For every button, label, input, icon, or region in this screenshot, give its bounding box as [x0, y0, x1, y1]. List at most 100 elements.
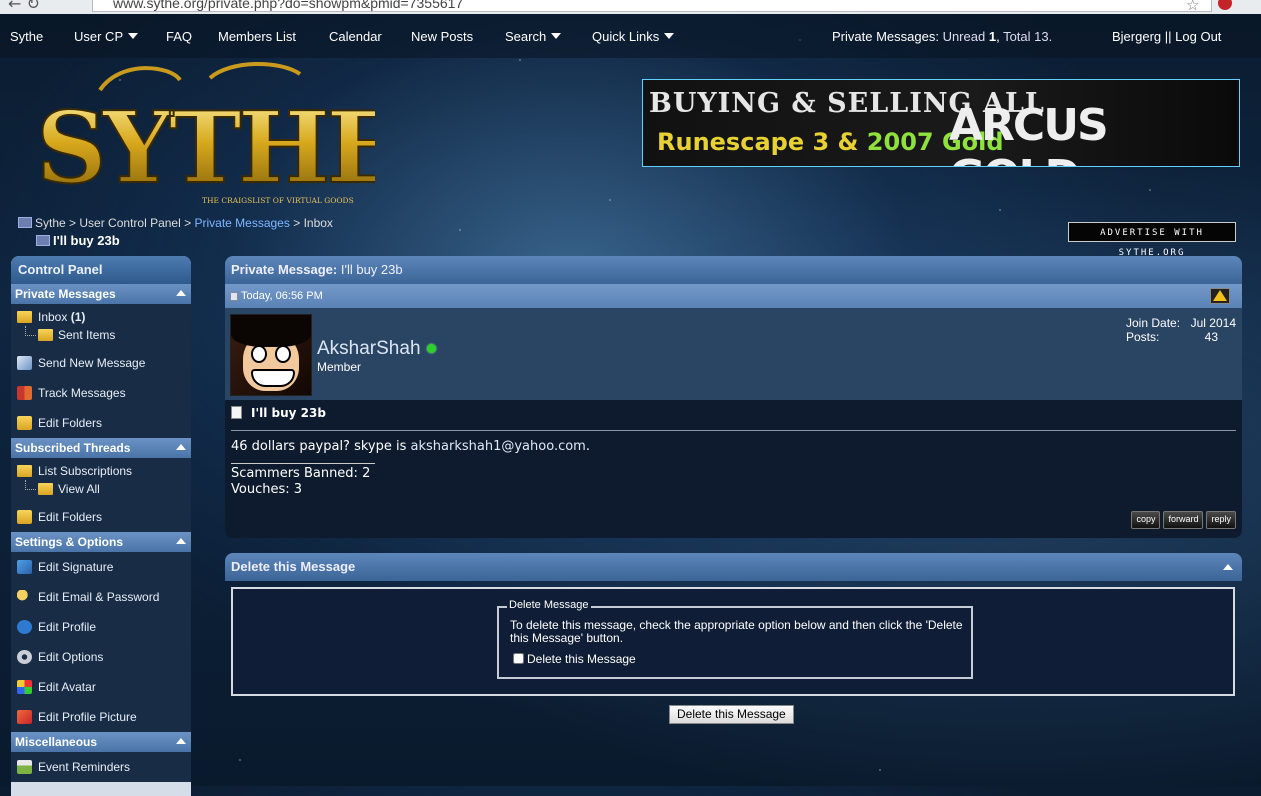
- delete-message-button[interactable]: Delete this Message: [669, 705, 794, 724]
- delete-panel-header[interactable]: Delete this Message: [225, 553, 1242, 581]
- pm-unread-count: 1: [988, 29, 997, 44]
- collapse-icon[interactable]: [176, 290, 186, 296]
- report-warning-icon[interactable]: [1210, 288, 1230, 304]
- breadcrumb-inbox[interactable]: Inbox: [304, 216, 333, 230]
- bookmark-star-icon[interactable]: ☆: [1186, 0, 1199, 14]
- sidebar-item-event-reminders[interactable]: Event Reminders: [11, 752, 191, 782]
- sidebar-item-edit-email-password[interactable]: Edit Email & Password: [11, 582, 191, 612]
- sidebar-item-track-messages[interactable]: Track Messages: [11, 378, 191, 408]
- pm-date: Today, 06:56 PM: [241, 290, 323, 302]
- nav-search[interactable]: Search: [505, 29, 562, 44]
- address-bar[interactable]: www.sythe.org/private.php?do=showpm&pmid…: [92, 0, 1212, 12]
- send-message-icon: [17, 356, 32, 370]
- message-text: 46 dollars paypal? skype is aksharkshah1…: [231, 439, 1236, 455]
- collapse-icon[interactable]: [1223, 564, 1233, 570]
- forward-button[interactable]: forward: [1163, 511, 1204, 529]
- nav-user-cp-label: User CP: [74, 29, 124, 44]
- edit-email-label: Edit Email & Password: [38, 590, 160, 604]
- folder-open-icon: [17, 465, 32, 477]
- control-panel-sidebar: Control Panel Private Messages Inbox (1)…: [11, 256, 191, 796]
- collapse-icon[interactable]: [176, 444, 186, 450]
- pm-panel-subject: I'll buy 23b: [340, 262, 403, 277]
- breadcrumb-user-cp[interactable]: User Control Panel: [79, 216, 180, 230]
- tree-line: [25, 480, 36, 490]
- post-icon: [230, 292, 238, 301]
- delete-checkbox[interactable]: [513, 653, 524, 664]
- separator: ||: [1164, 29, 1172, 44]
- user-nav: Bjergerg || Log Out: [1112, 29, 1221, 44]
- advertise-button[interactable]: ADVERTISE WITH SYTHE.ORG: [1068, 222, 1236, 258]
- back-forward-icons[interactable]: ← ↻: [8, 0, 40, 13]
- edit-profile-label: Edit Profile: [38, 620, 97, 634]
- sidebar-item-edit-signature[interactable]: Edit Signature: [11, 552, 191, 582]
- banner-ad[interactable]: BUYING & SELLING ALL Runescape 3 & 2007 …: [642, 79, 1240, 167]
- breadcrumb-sythe[interactable]: Sythe: [35, 216, 66, 230]
- nav-faq[interactable]: FAQ: [166, 29, 192, 44]
- nav-quick-links[interactable]: Quick Links: [592, 29, 675, 44]
- key-icon: [17, 590, 32, 604]
- delete-checkbox-row[interactable]: Delete this Message: [513, 652, 636, 666]
- collapse-icon[interactable]: [176, 538, 186, 544]
- event-reminders-label: Event Reminders: [38, 760, 131, 774]
- sidebar-item-edit-profile-picture[interactable]: Edit Profile Picture: [11, 702, 191, 732]
- pm-status[interactable]: Private Messages: Unread 1, Total 13.: [832, 29, 1052, 44]
- sidebar-section-subscribed-threads[interactable]: Subscribed Threads: [11, 438, 191, 458]
- sidebar-item-send-new-message[interactable]: Send New Message: [11, 348, 191, 378]
- pm-total-count: 13.: [1034, 29, 1053, 44]
- username-link[interactable]: Bjergerg: [1112, 29, 1161, 44]
- nav-calendar[interactable]: Calendar: [329, 29, 382, 44]
- sidebar-section-settings[interactable]: Settings & Options: [11, 532, 191, 552]
- sidebar-item-edit-profile[interactable]: Edit Profile: [11, 612, 191, 642]
- user-role: Member: [317, 360, 362, 374]
- avatar[interactable]: [230, 314, 312, 396]
- breadcrumb: Sythe > User Control Panel > Private Mes…: [18, 216, 333, 248]
- sidebar-section-miscellaneous[interactable]: Miscellaneous: [11, 732, 191, 752]
- user-stats: Join Date: Jul 2014 Posts: 43: [1126, 316, 1236, 344]
- chevron-down-icon: [664, 33, 675, 39]
- pm-actions: copy forward reply: [1128, 511, 1236, 529]
- edit-folders-label: Edit Folders: [38, 510, 103, 524]
- delete-instructions: To delete this message, check the approp…: [510, 618, 963, 645]
- collapse-icon[interactable]: [176, 738, 186, 744]
- logo-text: SYTHE: [36, 91, 375, 206]
- message-body: I'll buy 23b 46 dollars paypal? skype is…: [225, 400, 1242, 498]
- sidebar-item-sent-items[interactable]: Sent Items: [11, 326, 191, 344]
- sidebar-item-list-subscriptions[interactable]: List Subscriptions: [11, 462, 191, 480]
- nav-new-posts[interactable]: New Posts: [411, 29, 473, 44]
- edit-signature-label: Edit Signature: [38, 560, 114, 574]
- nav-members-list[interactable]: Members List: [218, 29, 296, 44]
- sidebar-item-edit-folders-2[interactable]: Edit Folders: [11, 502, 191, 532]
- pm-user-info: AksharShah Member Join Date: Jul 2014 Pos…: [225, 308, 1242, 400]
- chevron-down-icon: [128, 33, 139, 39]
- pm-unread-label: Unread: [942, 29, 986, 44]
- tree-line: [25, 326, 36, 336]
- logout-link[interactable]: Log Out: [1175, 29, 1221, 44]
- folder-open-icon: [17, 311, 32, 323]
- copy-button[interactable]: copy: [1131, 511, 1161, 529]
- breadcrumb-private-messages[interactable]: Private Messages: [194, 216, 289, 230]
- calendar-icon: [17, 760, 32, 774]
- sidebar-item-edit-folders[interactable]: Edit Folders: [11, 408, 191, 438]
- nav-user-cp[interactable]: User CP: [74, 29, 139, 44]
- sidebar-item-edit-avatar[interactable]: Edit Avatar: [11, 672, 191, 702]
- sidebar-section-private-messages[interactable]: Private Messages: [11, 284, 191, 304]
- sidebar-item-view-all[interactable]: View All: [11, 480, 191, 498]
- home-folder-icon: [18, 217, 32, 228]
- extension-icon[interactable]: [1218, 0, 1232, 10]
- section-label: Subscribed Threads: [15, 441, 131, 455]
- page-title: I'll buy 23b: [36, 233, 120, 248]
- edit-folders-label: Edit Folders: [38, 416, 103, 430]
- message-email[interactable]: aksharkshah1@yahoo.com: [411, 439, 586, 454]
- pm-date-bar: Today, 06:56 PM: [225, 284, 1242, 308]
- delete-panel-title: Delete this Message: [231, 559, 356, 574]
- sender-username[interactable]: AksharShah: [317, 338, 436, 360]
- flag-icon: [17, 386, 32, 400]
- sidebar-item-edit-options[interactable]: Edit Options: [11, 642, 191, 672]
- sidebar-item-inbox[interactable]: Inbox (1): [11, 308, 191, 326]
- pm-panel-title: Private Message: I'll buy 23b: [225, 256, 1242, 284]
- section-label: Miscellaneous: [15, 735, 98, 749]
- signature-icon: [17, 560, 32, 574]
- nav-sythe[interactable]: Sythe: [10, 29, 43, 44]
- reply-button[interactable]: reply: [1206, 511, 1236, 529]
- sythe-logo[interactable]: SYTHE THE CRAIGSLIST OF VIRTUAL GOODS: [30, 60, 375, 210]
